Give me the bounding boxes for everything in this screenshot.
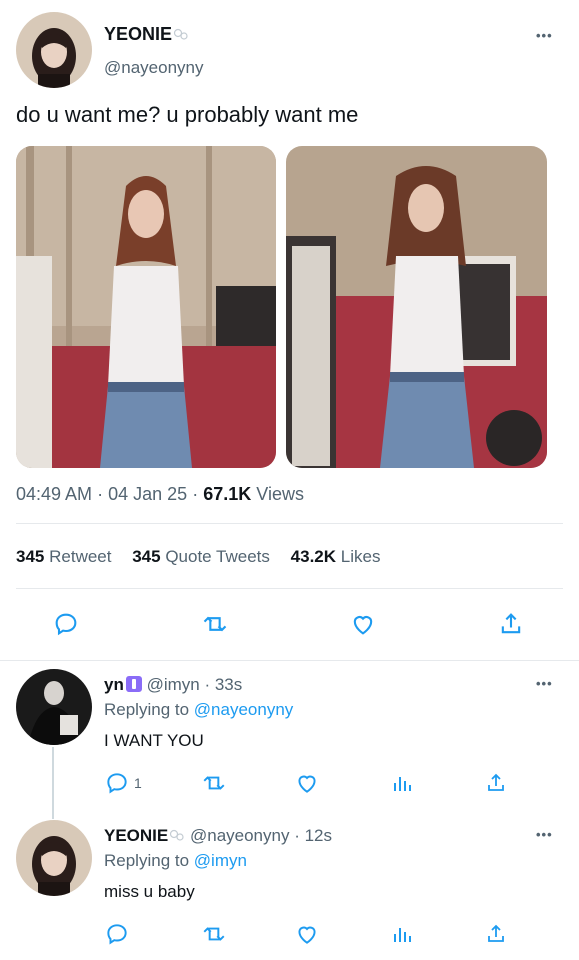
avatar[interactable] [16, 820, 92, 896]
like-icon [353, 616, 373, 635]
analytics-icon [394, 928, 411, 942]
retweets-label: Retweet [49, 547, 112, 566]
tweet-photo-2[interactable] [286, 146, 547, 468]
display-name-text: YEONIE [104, 24, 173, 44]
retweet-icon [203, 616, 227, 632]
reply-icon [107, 924, 127, 945]
share-icon [488, 924, 504, 942]
likes-label: Likes [340, 547, 381, 566]
reply-text: miss u baby [104, 882, 195, 901]
replying-prefix: Replying to [104, 851, 190, 870]
tweet-date[interactable]: 04 Jan 25 [108, 484, 187, 504]
like-icon [298, 926, 316, 944]
share-icon [501, 613, 521, 634]
more-icon[interactable]: ••• [536, 676, 553, 691]
analytics-button[interactable] [390, 921, 414, 947]
replying-to-link[interactable]: @nayeonyny [194, 700, 294, 719]
like-button[interactable] [294, 921, 320, 947]
avatar[interactable] [16, 12, 92, 88]
reply-icon [107, 773, 127, 794]
like-button[interactable] [349, 610, 377, 638]
likes-stat[interactable]: 43.2K Likes [291, 547, 381, 566]
reply-display-name: YEONIE [104, 826, 169, 845]
engagement-stats: 345 Retweet 345 Quote Tweets 43.2K Likes [16, 547, 380, 567]
decoration-icon [173, 28, 188, 40]
share-button[interactable] [484, 921, 508, 947]
reply-button[interactable] [104, 921, 130, 947]
more-icon[interactable]: ••• [536, 28, 553, 43]
replying-to: Replying to @nayeonyny [104, 700, 293, 720]
reply-text: I WANT YOU [104, 731, 204, 750]
tweet-photo-1[interactable] [16, 146, 276, 468]
reply-handle-time: @nayeonyny · 12s [189, 826, 332, 845]
views-label: Views [256, 484, 304, 504]
badge-icon [125, 676, 142, 692]
analytics-icon [394, 777, 411, 791]
reply-author[interactable]: yn @imyn · 33s [104, 675, 242, 695]
share-button[interactable] [484, 770, 508, 796]
display-name[interactable]: YEONIE [104, 24, 189, 45]
reply-handle-time: @imyn · 33s [146, 675, 243, 694]
reply-author[interactable]: YEONIE @nayeonyny · 12s [104, 826, 332, 846]
tweet-meta: 04:49 AM · 04 Jan 25 · 67.1K Views [16, 484, 304, 505]
decoration-icon [170, 829, 184, 841]
reply-display-name: yn [104, 675, 124, 694]
share-icon [488, 773, 504, 791]
handle[interactable]: @nayeonyny [104, 58, 204, 78]
avatar[interactable] [16, 669, 92, 745]
divider [16, 523, 563, 524]
views-count: 67.1K [203, 484, 252, 504]
retweet-icon [203, 776, 225, 790]
quotes-label: Quote Tweets [165, 547, 270, 566]
quotes-stat[interactable]: 345 Quote Tweets [132, 547, 270, 566]
retweet-button[interactable] [200, 610, 230, 638]
like-button[interactable] [294, 770, 320, 796]
likes-count: 43.2K [290, 547, 337, 566]
share-button[interactable] [497, 610, 525, 638]
divider [0, 660, 579, 661]
retweets-count: 345 [16, 547, 45, 566]
reply-button[interactable] [52, 610, 80, 638]
meta-separator: · [192, 484, 199, 504]
thread-line [52, 747, 54, 819]
retweets-stat[interactable]: 345 Retweet [16, 547, 111, 566]
meta-separator: · [97, 484, 104, 504]
retweet-icon [203, 927, 225, 941]
retweet-button[interactable] [200, 770, 228, 796]
quotes-count: 345 [132, 547, 161, 566]
more-icon[interactable]: ••• [536, 827, 553, 842]
replying-prefix: Replying to [104, 700, 190, 719]
replying-to-link[interactable]: @imyn [194, 851, 247, 870]
reply-button[interactable]: 1 [104, 770, 142, 796]
retweet-button[interactable] [200, 921, 228, 947]
replying-to: Replying to @imyn [104, 851, 247, 871]
like-icon [298, 775, 316, 793]
tweet-time[interactable]: 04:49 AM [16, 484, 92, 504]
tweet-text: do u want me? u probably want me [16, 102, 359, 127]
analytics-button[interactable] [390, 770, 414, 796]
reply-count: 1 [134, 775, 142, 791]
reply-icon [55, 613, 77, 636]
divider [16, 588, 563, 589]
